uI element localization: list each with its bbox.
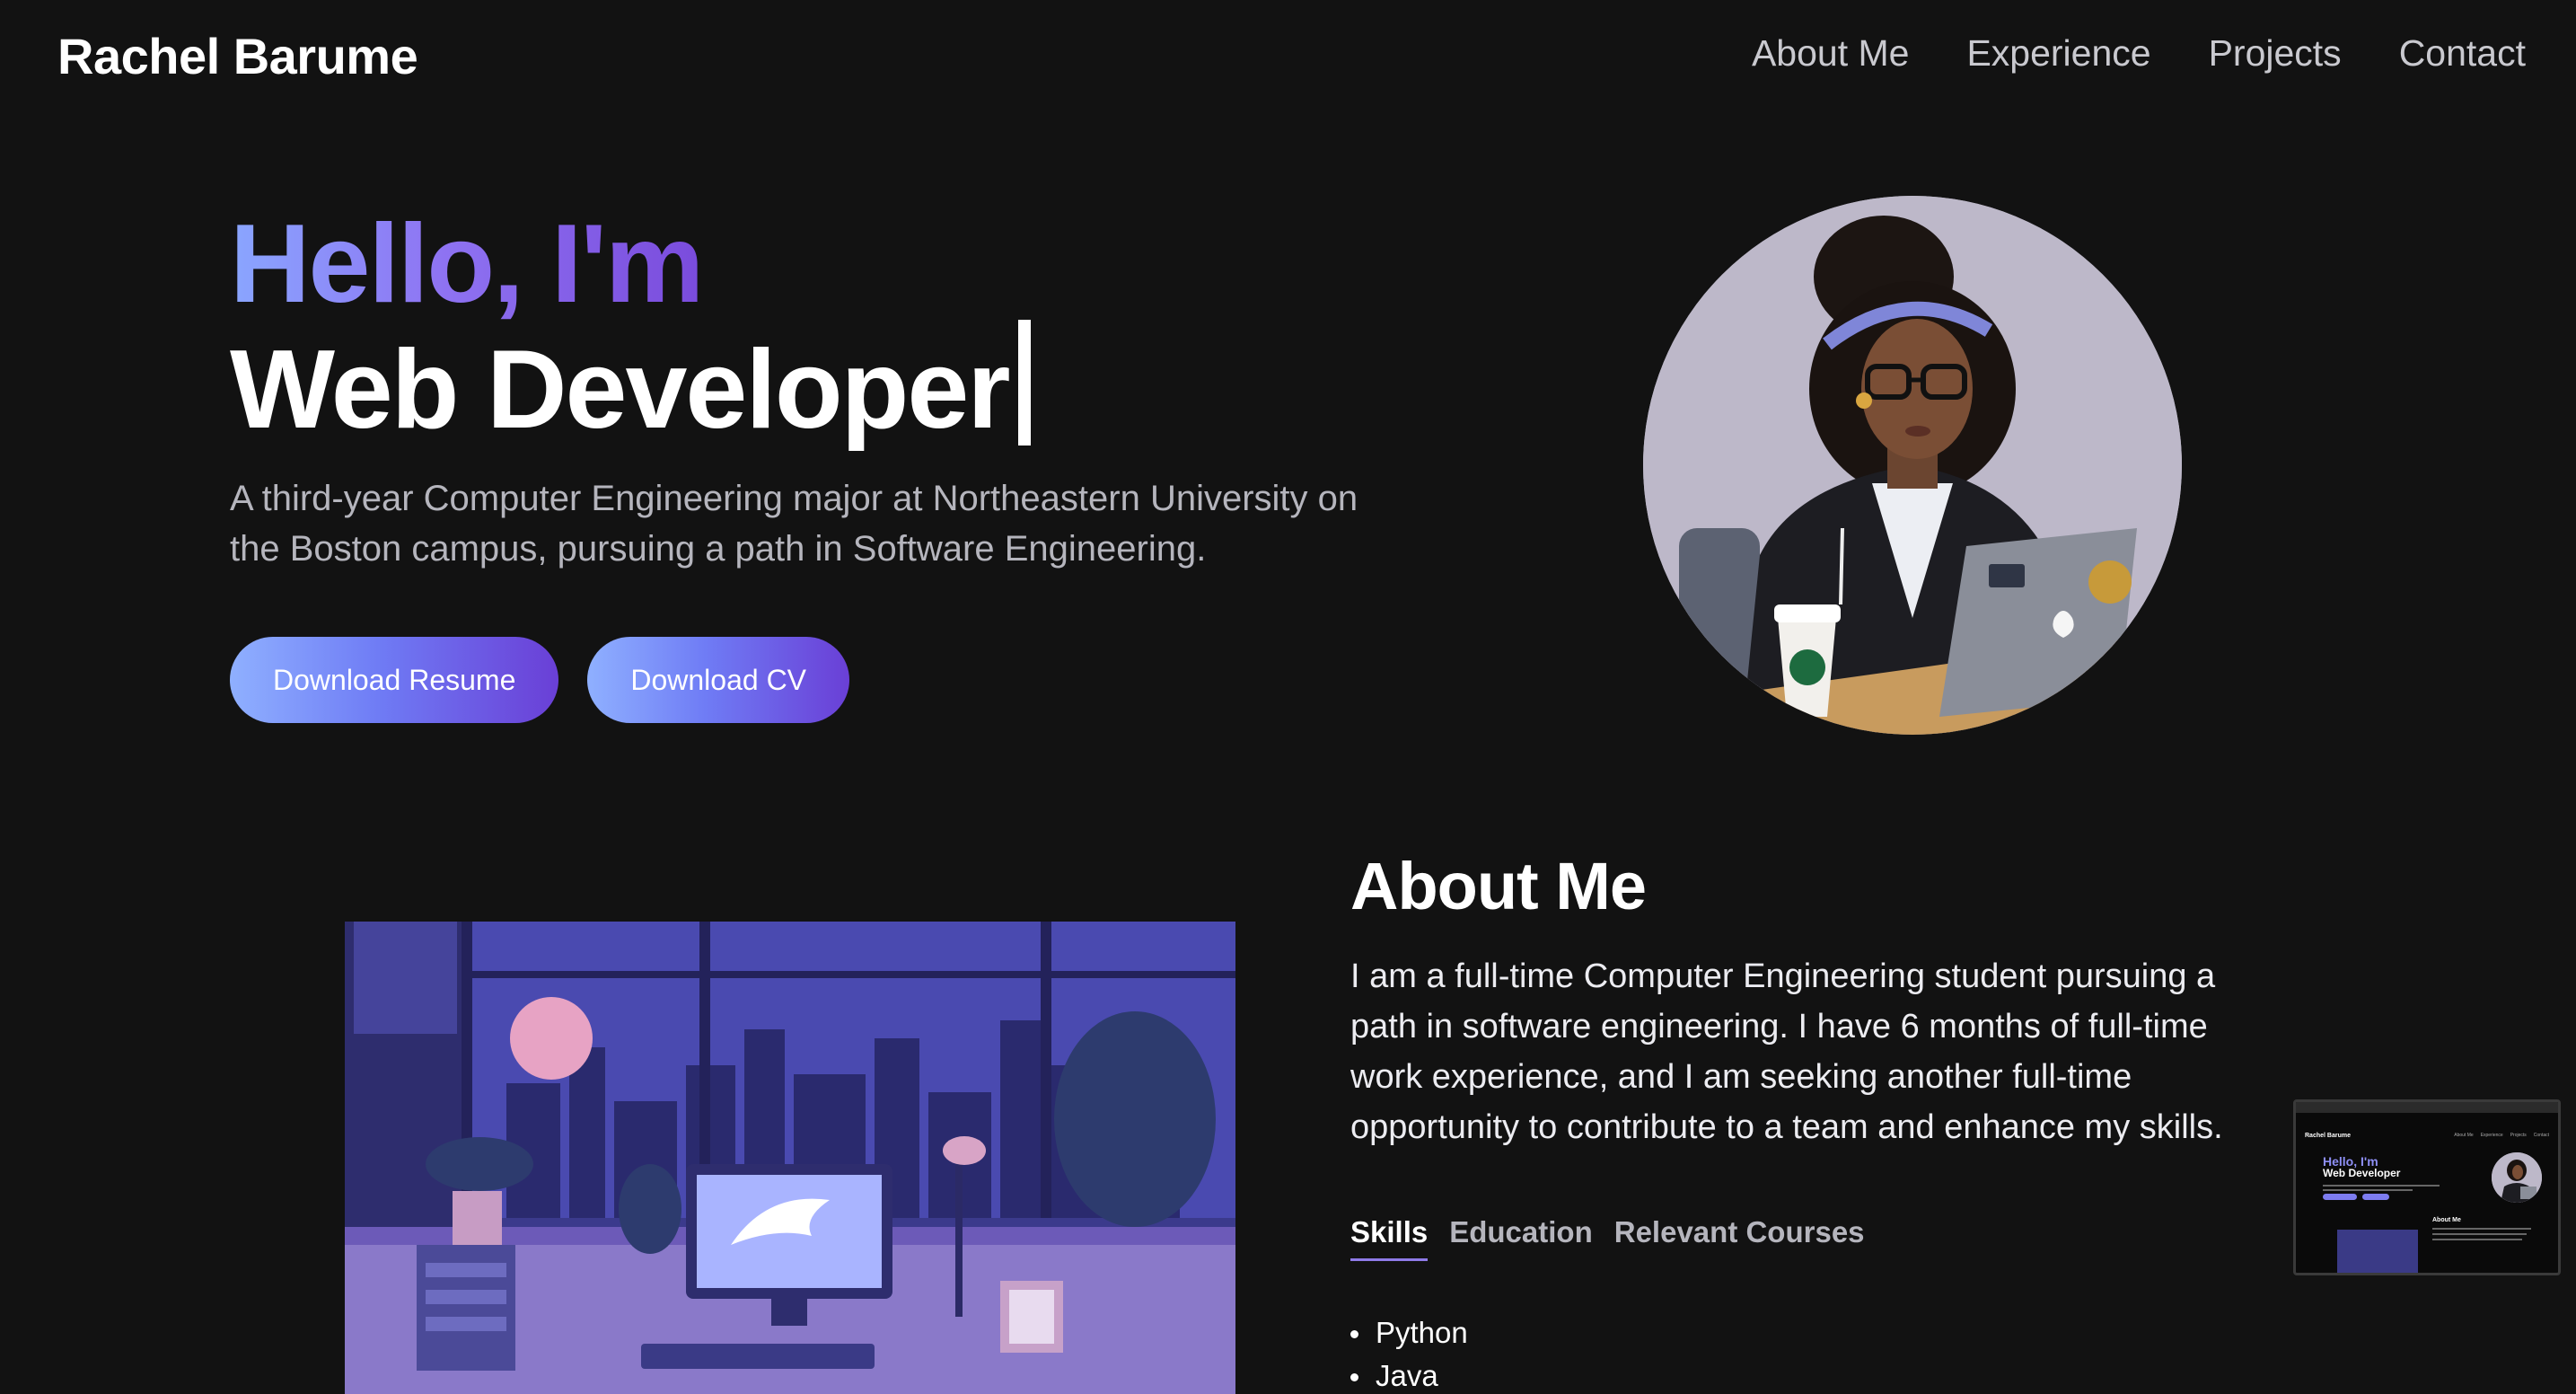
thumbnail-room xyxy=(2337,1230,2418,1273)
main-nav: About Me Experience Projects Contact xyxy=(1752,32,2526,75)
thumbnail-browser-bar xyxy=(2296,1102,2558,1113)
workspace-illustration xyxy=(345,922,1235,1394)
nav-link-about-me[interactable]: About Me xyxy=(1752,32,1910,75)
thumbnail-button xyxy=(2362,1194,2389,1200)
avatar-illustration xyxy=(1643,196,2182,735)
hero-intro-line-1: A third-year Computer Engineering major … xyxy=(230,479,1358,519)
nav-link-contact[interactable]: Contact xyxy=(2399,32,2526,75)
skill-item: Java xyxy=(1350,1354,2275,1394)
hero-section: Hello, I'm Web Developer A third-year Co… xyxy=(230,202,1505,724)
typing-cursor xyxy=(1017,320,1031,446)
nav-link-projects[interactable]: Projects xyxy=(2209,32,2342,75)
thumbnail-brand: Rachel Barume xyxy=(2305,1133,2351,1139)
hero-intro: A third-year Computer Engineering major … xyxy=(230,473,1487,574)
about-tabs: Skills Education Relevant Courses xyxy=(1350,1215,2275,1261)
room-scene xyxy=(345,922,1235,1394)
hero-buttons: Download Resume Download CV xyxy=(230,637,1505,724)
thumbnail-button xyxy=(2323,1194,2357,1200)
about-section: About Me I am a full-time Computer Engin… xyxy=(1350,848,2275,1394)
screenshot-thumbnail[interactable]: Rachel Barume About Me Experience Projec… xyxy=(2293,1099,2561,1275)
thumbnail-about-title: About Me xyxy=(2432,1217,2461,1223)
download-resume-button[interactable]: Download Resume xyxy=(230,637,559,724)
tab-education[interactable]: Education xyxy=(1449,1215,1593,1261)
thumbnail-role: Web Developer xyxy=(2323,1167,2401,1179)
skills-list: Python Java xyxy=(1350,1311,2275,1394)
tab-skills[interactable]: Skills xyxy=(1350,1215,1429,1261)
skill-item: Python xyxy=(1350,1311,2275,1354)
thumbnail-nav-item: Experience xyxy=(2480,1133,2503,1138)
about-title: About Me xyxy=(1350,849,1647,923)
hero-intro-line-2: the Boston campus, pursuing a path in So… xyxy=(230,529,1207,569)
thumbnail-avatar xyxy=(2492,1152,2542,1203)
thumbnail-text-line xyxy=(2323,1189,2413,1191)
hero-greeting: Hello, I'm xyxy=(230,202,704,326)
thumbnail-nav-item: Projects xyxy=(2510,1133,2527,1138)
profile-avatar xyxy=(1643,196,2182,735)
thumbnail-nav-item: Contact xyxy=(2533,1133,2549,1138)
download-cv-button[interactable]: Download CV xyxy=(587,637,850,724)
thumbnail-text-line xyxy=(2323,1185,2440,1187)
thumbnail-text-line xyxy=(2432,1233,2527,1235)
tab-relevant-courses[interactable]: Relevant Courses xyxy=(1614,1215,1865,1261)
about-description: I am a full-time Computer Engineering st… xyxy=(1350,957,2223,1146)
thumbnail-nav: About Me Experience Projects Contact xyxy=(2454,1133,2549,1138)
thumbnail-nav-item: About Me xyxy=(2454,1133,2474,1138)
hero-role-line: Web Developer xyxy=(230,320,1505,448)
thumbnail-text-line xyxy=(2432,1239,2522,1240)
thumbnail-text-line xyxy=(2432,1228,2531,1230)
hero-role: Web Developer xyxy=(230,328,1011,452)
thumbnail-avatar-art xyxy=(2492,1152,2542,1203)
site-brand[interactable]: Rachel Barume xyxy=(57,27,418,85)
nav-link-experience[interactable]: Experience xyxy=(1966,32,2150,75)
